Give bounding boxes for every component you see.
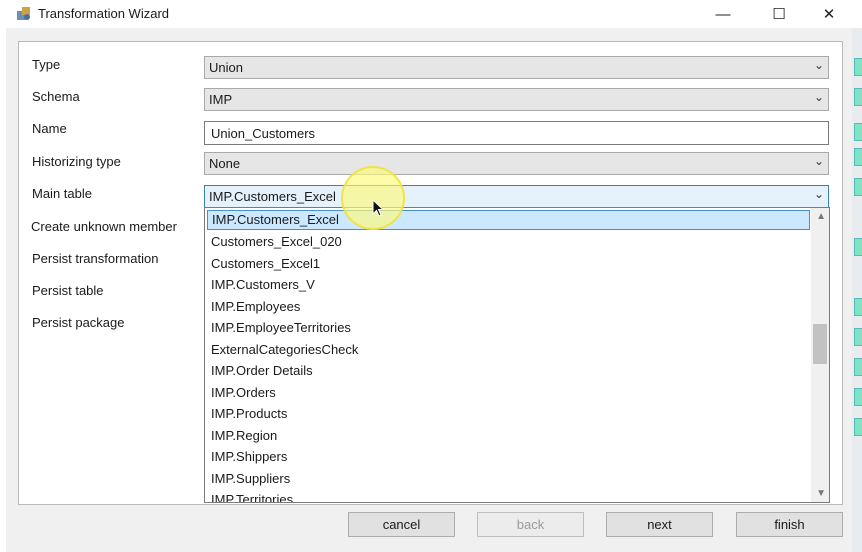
mouse-pointer-icon: [372, 199, 384, 217]
scrollbar-thumb[interactable]: [813, 324, 827, 364]
dropdown-option[interactable]: Customers_Excel_020: [207, 232, 810, 252]
persist-table-label: Persist table: [32, 283, 104, 298]
back-button[interactable]: back: [477, 512, 584, 537]
name-input[interactable]: [205, 122, 811, 144]
dropdown-option[interactable]: IMP.Suppliers: [207, 469, 810, 489]
dropdown-option[interactable]: IMP.Region: [207, 426, 810, 446]
background-cell: [854, 238, 862, 256]
schema-select[interactable]: IMP ⌄: [204, 88, 829, 111]
schema-select-value: IMP: [209, 92, 233, 107]
dropdown-option[interactable]: IMP.Customers_V: [207, 275, 810, 295]
name-field[interactable]: [204, 121, 829, 145]
background-cell: [854, 328, 862, 346]
dropdown-option[interactable]: ExternalCategoriesCheck: [207, 340, 810, 360]
background-cell: [854, 178, 862, 196]
main-table-dropdown-list[interactable]: IMP.Customers_Excel Customers_Excel_020 …: [204, 207, 830, 503]
type-select-value: Union: [209, 60, 243, 75]
background-cell: [854, 388, 862, 406]
cursor-highlight: [341, 166, 405, 230]
dropdown-option[interactable]: IMP.Customers_Excel: [207, 210, 810, 230]
main-table-label: Main table: [32, 186, 92, 201]
create-unknown-member-label: Create unknown member: [31, 219, 177, 234]
background-cell: [854, 123, 862, 141]
chevron-up-icon[interactable]: ▲: [816, 211, 826, 222]
dropdown-option[interactable]: IMP.Order Details: [207, 361, 810, 381]
persist-package-label: Persist package: [32, 315, 125, 330]
main-table-value: IMP.Customers_Excel: [209, 189, 336, 204]
background-cell: [854, 418, 862, 436]
window-title: Transformation Wizard: [38, 6, 169, 21]
background-cell: [854, 358, 862, 376]
background-cell: [854, 298, 862, 316]
next-button[interactable]: next: [606, 512, 713, 537]
background-app-strip: [852, 28, 862, 552]
main-table-select[interactable]: IMP.Customers_Excel ⌄: [204, 185, 829, 208]
maximize-button[interactable]: ☐: [756, 0, 802, 28]
background-cell: [854, 148, 862, 166]
chevron-down-icon[interactable]: ▼: [816, 488, 826, 499]
dropdown-option[interactable]: IMP.Orders: [207, 383, 810, 403]
type-select[interactable]: Union ⌄: [204, 56, 829, 79]
finish-button[interactable]: finish: [736, 512, 843, 537]
dropdown-scrollbar[interactable]: ▲ ▼: [811, 208, 829, 502]
background-cell: [854, 58, 862, 76]
historizing-type-select[interactable]: None ⌄: [204, 152, 829, 175]
dropdown-option[interactable]: Customers_Excel1: [207, 254, 810, 274]
historizing-type-value: None: [209, 156, 241, 171]
dropdown-option[interactable]: IMP.Shippers: [207, 447, 810, 467]
persist-transformation-label: Persist transformation: [32, 251, 159, 266]
name-label: Name: [32, 121, 67, 136]
chevron-down-icon: ⌄: [813, 187, 824, 201]
type-label: Type: [32, 57, 61, 72]
schema-label: Schema: [32, 89, 80, 104]
close-button[interactable]: ✕: [806, 0, 852, 28]
dropdown-option[interactable]: IMP.Employees: [207, 297, 810, 317]
dropdown-option[interactable]: IMP.Territories: [207, 490, 810, 502]
title-bar: Transformation Wizard — ☐ ✕: [0, 0, 862, 28]
historizing-type-label: Historizing type: [32, 154, 121, 169]
wizard-app-icon: [17, 7, 30, 20]
chevron-down-icon: ⌄: [813, 154, 824, 168]
chevron-down-icon: ⌄: [813, 90, 824, 104]
chevron-down-icon: ⌄: [813, 58, 824, 72]
background-cell: [854, 88, 862, 106]
dropdown-option[interactable]: IMP.Products: [207, 404, 810, 424]
minimize-button[interactable]: —: [700, 0, 746, 28]
dropdown-option[interactable]: IMP.EmployeeTerritories: [207, 318, 810, 338]
cancel-button[interactable]: cancel: [348, 512, 455, 537]
